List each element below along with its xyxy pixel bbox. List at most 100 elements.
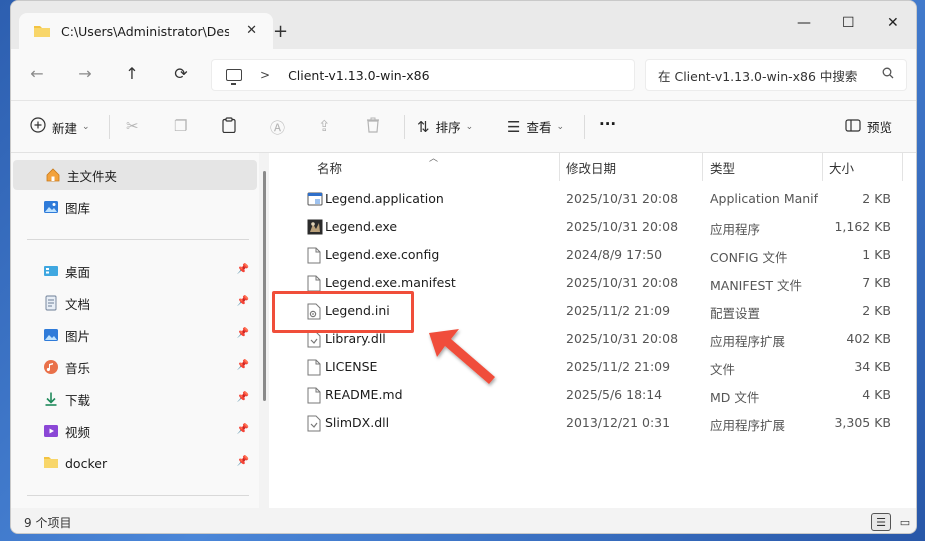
column-header-name[interactable]: 名称 [317, 153, 342, 181]
column-divider[interactable] [559, 153, 560, 181]
tiles-view-button[interactable]: ▭ [895, 513, 915, 531]
file-date: 2025/11/2 21:09 [566, 303, 671, 318]
music-icon [43, 359, 59, 375]
pin-icon[interactable]: 📌 [237, 456, 249, 467]
file-type: 配置设置 [710, 306, 761, 321]
view-button[interactable]: ☰ 查看 ⌄ [507, 117, 564, 136]
preview-pane-button[interactable]: 预览 [845, 117, 892, 136]
column-divider[interactable] [902, 153, 903, 181]
preview-label: 预览 [867, 120, 893, 135]
highlight-box [272, 291, 414, 333]
sidebar-item-pictures[interactable]: 图片 📌 [11, 320, 257, 350]
chevron-right-icon[interactable]: > [260, 68, 270, 82]
sidebar-item-music[interactable]: 音乐 📌 [11, 352, 257, 382]
trash-icon [366, 117, 380, 137]
sidebar-item-gallery[interactable]: 图库 [11, 192, 257, 222]
new-button[interactable]: 新建 ⌄ [30, 117, 90, 137]
sidebar-item-documents[interactable]: 文档 📌 [11, 288, 257, 318]
rename-button[interactable]: Ⓐ [270, 117, 291, 138]
column-header-size[interactable]: 大小 [829, 153, 854, 181]
breadcrumb-current-folder[interactable]: Client-v1.13.0-win-x86 [288, 68, 429, 83]
up-button[interactable]: ↑ [122, 64, 142, 83]
table-row[interactable]: Legend.application 2025/10/31 20:08 Appl… [269, 185, 909, 213]
table-row[interactable]: SlimDX.dll 2013/12/21 0:31 应用程序扩展 3,305 … [269, 409, 909, 437]
exe-icon [307, 219, 323, 236]
file-size: 1 KB [862, 247, 891, 262]
table-row[interactable]: README.md 2025/5/6 18:14 MD 文件 4 KB [269, 381, 909, 409]
details-view-button[interactable]: ☰ [871, 513, 891, 531]
list-view-icon: ☰ [507, 117, 521, 136]
pin-icon[interactable]: 📌 [237, 264, 249, 275]
pin-icon[interactable]: 📌 [237, 296, 249, 307]
delete-button[interactable] [366, 117, 386, 137]
file-size: 3,305 KB [834, 415, 891, 430]
file-date: 2025/10/31 20:08 [566, 219, 679, 234]
file-size: 2 KB [862, 303, 891, 318]
sidebar-item-home[interactable]: 主文件夹 [13, 160, 257, 190]
tab-close-icon[interactable]: ✕ [246, 23, 257, 38]
sidebar-item-downloads[interactable]: 下载 📌 [11, 384, 257, 414]
application-icon [307, 191, 323, 208]
paste-button[interactable] [222, 117, 242, 137]
sidebar-item-label: 音乐 [65, 360, 91, 376]
share-button[interactable]: ⇪ [318, 117, 337, 135]
column-header-date[interactable]: 修改日期 [566, 153, 616, 181]
copy-button[interactable]: ❐ [174, 117, 193, 135]
file-date: 2025/11/2 21:09 [566, 359, 671, 374]
back-button[interactable]: ← [27, 64, 47, 83]
more-options-button[interactable]: ··· [599, 115, 616, 133]
tab-title: C:\Users\Administrator\Desktop [61, 23, 229, 39]
pin-icon[interactable]: 📌 [237, 360, 249, 371]
chevron-down-icon: ⌄ [556, 121, 565, 132]
pin-icon[interactable]: 📌 [237, 424, 249, 435]
scissors-icon: ✂ [126, 117, 139, 135]
sidebar-item-label: 桌面 [65, 264, 91, 280]
folder-icon [33, 24, 51, 38]
file-date: 2025/10/31 20:08 [566, 191, 679, 206]
file-name: Library.dll [325, 331, 386, 346]
column-header-type[interactable]: 类型 [710, 153, 735, 181]
cut-button[interactable]: ✂ [126, 117, 145, 135]
item-count: 9 个项目 [24, 516, 72, 530]
sort-ascending-icon: ︿ [429, 154, 439, 164]
refresh-button[interactable]: ⟳ [171, 64, 191, 83]
table-row[interactable]: LICENSE 2025/11/2 21:09 文件 34 KB [269, 353, 909, 381]
table-row[interactable]: Legend.exe.config 2024/8/9 17:50 CONFIG … [269, 241, 909, 269]
new-label: 新建 [52, 120, 78, 136]
column-divider[interactable] [702, 153, 703, 181]
minimize-button[interactable]: — [797, 15, 811, 31]
pin-icon[interactable]: 📌 [237, 392, 249, 403]
file-date: 2025/10/31 20:08 [566, 275, 679, 290]
sidebar-item-label: 图片 [65, 328, 91, 344]
file-name: SlimDX.dll [325, 415, 390, 430]
table-row[interactable]: Legend.exe 2025/10/31 20:08 应用程序 1,162 K… [269, 213, 909, 241]
close-window-button[interactable]: ✕ [887, 15, 899, 31]
file-date: 2013/12/21 0:31 [566, 415, 671, 430]
maximize-button[interactable]: ☐ [842, 15, 855, 31]
sort-button[interactable]: ⇅ 排序 ⌄ [417, 117, 473, 136]
toolbar-divider [109, 115, 110, 139]
sidebar-item-videos[interactable]: 视频 📌 [11, 416, 257, 446]
navigation-pane: 主文件夹 图库 桌面 📌 文档 📌 图片 📌 音乐 📌 下载 📌 视频 📌 do… [11, 153, 259, 508]
downloads-icon [43, 391, 59, 407]
sidebar-scrollbar[interactable] [263, 171, 266, 401]
file-name: Legend.exe [325, 219, 398, 234]
file-icon [307, 359, 321, 376]
sidebar-item-label: 主文件夹 [67, 168, 118, 184]
tab-current-folder[interactable]: C:\Users\Administrator\Desktop ✕ [19, 13, 273, 49]
sidebar-item-label: 视频 [65, 424, 91, 440]
forward-button[interactable]: → [75, 64, 95, 83]
sidebar-item-docker[interactable]: docker 📌 [11, 448, 257, 478]
copy-icon: ❐ [174, 117, 188, 135]
new-tab-button[interactable]: + [273, 23, 288, 41]
file-icon [307, 247, 321, 264]
column-divider[interactable] [822, 153, 823, 181]
file-size: 34 KB [854, 359, 891, 374]
search-input[interactable]: 在 Client-v1.13.0-win-x86 中搜索 [645, 59, 907, 91]
sidebar-item-desktop[interactable]: 桌面 📌 [11, 256, 257, 286]
file-name: LICENSE [325, 359, 378, 374]
address-bar[interactable]: > Client-v1.13.0-win-x86 [211, 59, 635, 91]
file-type: CONFIG 文件 [710, 250, 788, 265]
preview-pane-icon [845, 118, 861, 136]
pin-icon[interactable]: 📌 [237, 328, 249, 339]
